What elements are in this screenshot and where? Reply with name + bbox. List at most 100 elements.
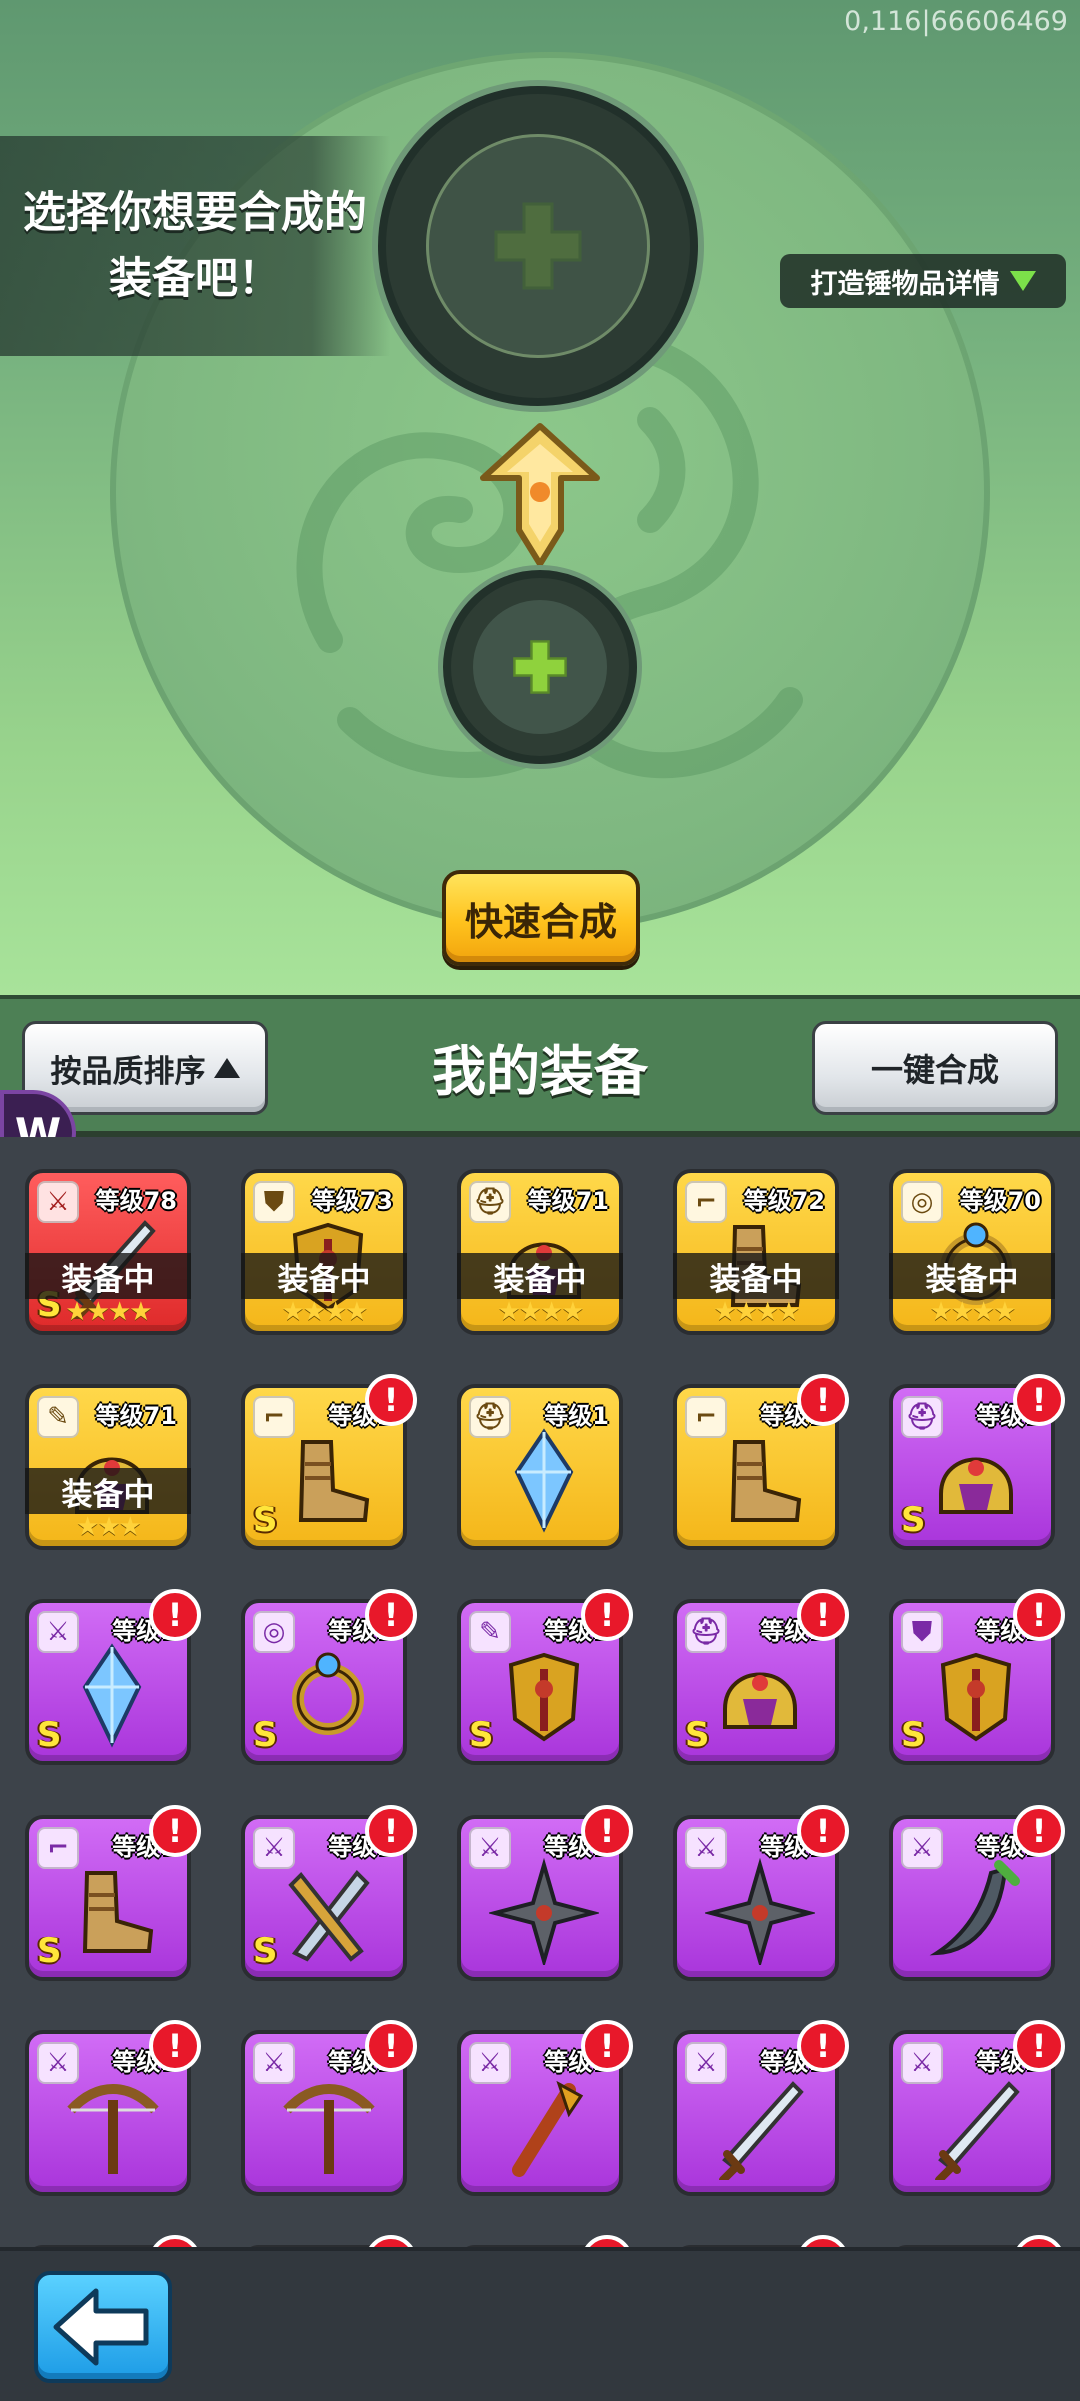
crystal-icon xyxy=(82,1643,142,1748)
crystal-icon xyxy=(514,1428,574,1533)
equipped-label: 装备中 xyxy=(673,1253,839,1299)
alert-badge-icon: ! xyxy=(581,1805,633,1857)
alert-badge-icon: ! xyxy=(149,1805,201,1857)
equipped-label: 装备中 xyxy=(241,1253,407,1299)
blade-icon xyxy=(719,2081,804,2180)
alert-badge-icon: ! xyxy=(365,1589,417,1641)
alert-badge-icon: ! xyxy=(365,2020,417,2072)
equipment-card[interactable]: ⛑ 等级1 S! xyxy=(673,1589,849,1765)
equipment-card[interactable]: ◎ 等级1 S! xyxy=(241,1589,417,1765)
select-prompt-text: 选择你想要合成的 装备吧！ xyxy=(23,188,367,304)
hammer-details-button[interactable]: 打造锤物品详情 xyxy=(780,254,1066,308)
item-grade: S xyxy=(253,1715,278,1755)
alert-badge-icon: ! xyxy=(797,1589,849,1641)
alert-badge-icon: ! xyxy=(1013,2020,1065,2072)
equipment-card[interactable]: ⛑ 等级71 装备中 ★★★★ xyxy=(457,1169,623,1335)
equipment-card[interactable]: ⛊ 等级1 S! xyxy=(889,1589,1065,1765)
equipment-card[interactable]: ⌐ 等级72 装备中 ★★★★ xyxy=(673,1169,839,1335)
bottom-bar xyxy=(0,2247,1080,2401)
equipment-card[interactable]: ⌐ 等级1 S! xyxy=(25,1805,201,1981)
main-equipment-slot[interactable] xyxy=(378,86,698,406)
equipment-card[interactable]: ⛑ 等级1 xyxy=(457,1384,623,1550)
scimitar-icon xyxy=(929,1860,1020,1956)
equipment-card[interactable]: ⛊ 等级73 装备中 ★★★★ xyxy=(241,1169,407,1335)
equipped-label: 装备中 xyxy=(25,1253,191,1299)
alert-badge-icon: ! xyxy=(797,2235,849,2247)
item-level: 等级71 xyxy=(527,1187,609,1215)
alert-badge-icon: ! xyxy=(581,1589,633,1641)
quick-merge-button[interactable]: 快速合成 xyxy=(442,870,640,966)
server-id-text: 0,116|66606469 xyxy=(844,6,1068,37)
item-level: 等级70 xyxy=(959,1187,1041,1215)
equipment-card[interactable]: ✎ 等级71 装备中 ★★★ xyxy=(25,1384,191,1550)
star-rating: ★★★★ xyxy=(713,1297,800,1327)
equipment-card[interactable]: ⚔ 等级1! xyxy=(889,1805,1065,1981)
sword-icon xyxy=(288,1869,370,1962)
item-level: 等级71 xyxy=(95,1402,177,1430)
alert-badge-icon: ! xyxy=(797,1374,849,1426)
equipment-card[interactable]: ⌐ 等级1! xyxy=(673,1374,849,1550)
alert-badge-icon: ! xyxy=(1013,1374,1065,1426)
alert-badge-icon: ! xyxy=(365,1805,417,1857)
hammer-details-label: 打造锤物品详情 xyxy=(810,268,1000,300)
item-grade: S xyxy=(685,1715,710,1755)
equipment-card[interactable]: ⚔ 等级1! xyxy=(889,2020,1065,2196)
equipment-card[interactable]: ⌐ 等级1 S! xyxy=(241,1374,417,1550)
plus-icon xyxy=(513,640,567,694)
equipment-card[interactable]: ✎ 等级1 S! xyxy=(457,1589,633,1765)
equipment-card[interactable]: ⚔ 等级78 S 装备中 ★★★★ xyxy=(25,1169,191,1335)
equipment-card[interactable]: ⚔ 等级1! xyxy=(673,2020,849,2196)
back-button[interactable] xyxy=(34,2271,172,2383)
triangle-down-icon xyxy=(1009,271,1036,291)
shuriken-icon xyxy=(705,1857,815,1965)
equipment-card[interactable]: ◎ 等级70 装备中 ★★★★ xyxy=(889,1169,1055,1335)
item-grade: S xyxy=(37,1931,62,1971)
armor-icon xyxy=(940,1652,1012,1742)
boots-icon xyxy=(730,1440,802,1522)
one-click-merge-button[interactable]: 一键合成 xyxy=(812,1021,1058,1115)
blade-icon xyxy=(935,2081,1020,2180)
alert-badge-icon: ! xyxy=(1013,1589,1065,1641)
item-grade: S xyxy=(901,1500,926,1540)
star-rating: ★★★★ xyxy=(281,1297,368,1327)
item-grade: S xyxy=(901,1715,926,1755)
equipment-card[interactable]: ⚔ 等级1! xyxy=(241,2020,417,2196)
alert-badge-icon: ! xyxy=(365,2235,417,2247)
equipment-card[interactable]: ⚔ 等级1! xyxy=(457,1805,633,1981)
armor-icon xyxy=(508,1652,580,1742)
equipment-card[interactable]: ⚔ 等级1! xyxy=(457,2020,633,2196)
equipped-label: 装备中 xyxy=(25,1468,191,1514)
item-level: 等级73 xyxy=(311,1187,393,1215)
star-rating: ★★★★ xyxy=(929,1297,1016,1327)
alert-badge-icon: ! xyxy=(149,2020,201,2072)
alert-badge-icon: ! xyxy=(149,2235,201,2247)
item-level: 等级78 xyxy=(95,1187,177,1215)
staff-icon xyxy=(512,2080,584,2177)
item-grade: S xyxy=(469,1715,494,1755)
crossbow-icon xyxy=(67,2084,159,2174)
item-grade: S xyxy=(253,1931,278,1971)
arrow-left-icon xyxy=(53,2288,149,2366)
star-rating: ★★★★ xyxy=(65,1297,152,1327)
equipment-card[interactable]: ⚔ 等级1! xyxy=(25,2020,201,2196)
equipment-card[interactable]: ⚔ 等级1 S! xyxy=(25,1589,201,1765)
material-equipment-slot[interactable] xyxy=(443,570,637,764)
boots-icon xyxy=(82,1871,154,1953)
merge-arrow-up-icon xyxy=(480,423,600,567)
alert-badge-icon: ! xyxy=(365,1374,417,1426)
alert-badge-icon: ! xyxy=(149,1589,201,1641)
item-level: 等级72 xyxy=(743,1187,825,1215)
crossbow-icon xyxy=(283,2084,375,2174)
equipped-label: 装备中 xyxy=(457,1253,623,1299)
alert-badge-icon: ! xyxy=(797,1805,849,1857)
equipment-card[interactable]: ⛑ 等级1 S! xyxy=(889,1374,1065,1550)
ring-icon xyxy=(292,1652,364,1735)
star-rating: ★★★ xyxy=(76,1512,142,1542)
equipped-label: 装备中 xyxy=(889,1253,1055,1299)
equipment-card[interactable]: ⚔ 等级1 S! xyxy=(241,1805,417,1981)
inventory-header: 按品质排序 我的装备 一键合成 xyxy=(0,995,1080,1137)
equipment-card[interactable]: ⚔ 等级1! xyxy=(673,1805,849,1981)
alert-badge-icon: ! xyxy=(797,2020,849,2072)
inventory-grid: ⚔ 等级78 S 装备中 ★★★★ ⛊ 等级73 装备中 ★★★★ ⛑ 等级71 装备中 ★★★★ ⌐ 等级… xyxy=(0,1137,1080,2247)
select-prompt-banner: 选择你想要合成的 装备吧！ xyxy=(0,136,390,356)
